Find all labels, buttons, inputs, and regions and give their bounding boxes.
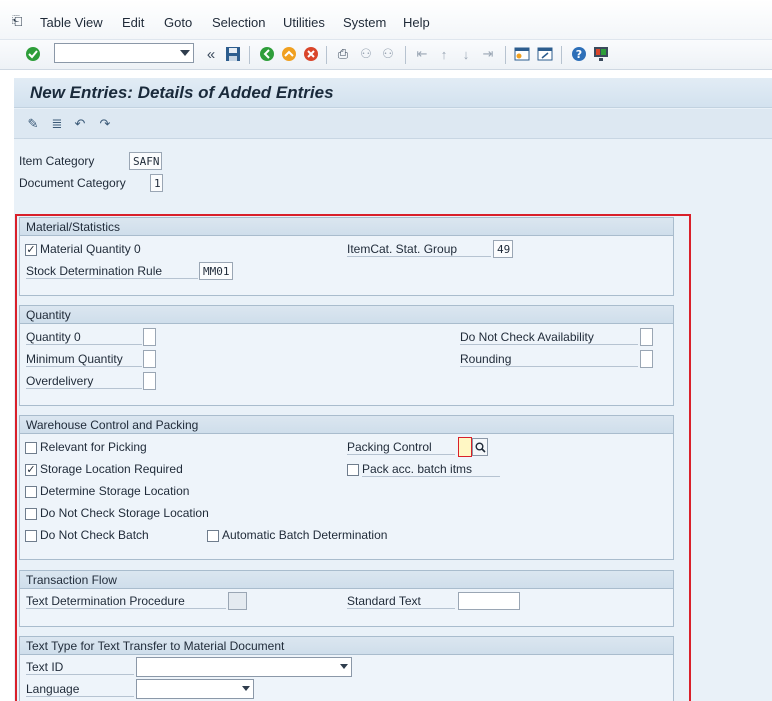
find-next-icon[interactable]: ⚇ — [379, 45, 397, 63]
relevant-for-picking-label: Relevant for Picking — [40, 440, 147, 454]
overdelivery-label: Overdelivery — [26, 374, 142, 389]
document-category-label: Document Category — [19, 176, 126, 190]
language-dropdown[interactable] — [136, 679, 254, 699]
quantity-0-label: Quantity 0 — [26, 330, 142, 345]
determine-storage-location-label: Determine Storage Location — [40, 484, 190, 498]
group-header: Quantity — [20, 306, 673, 324]
back-icon[interactable] — [258, 45, 276, 63]
group-header: Text Type for Text Transfer to Material … — [20, 637, 673, 655]
menu-dropdown-icon[interactable]: ⎗ — [12, 13, 28, 28]
storage-location-required-label: Storage Location Required — [40, 462, 183, 476]
shortcut-icon[interactable] — [536, 45, 554, 63]
automatic-batch-determination-checkbox[interactable] — [207, 530, 219, 542]
determine-storage-location-checkbox[interactable] — [25, 486, 37, 498]
find-icon[interactable]: ⚇ — [357, 45, 375, 63]
menu-help[interactable]: Help — [403, 15, 430, 30]
chevron-down-icon[interactable] — [180, 50, 190, 56]
customize-layout-icon[interactable] — [592, 45, 610, 63]
search-help-button[interactable] — [472, 438, 488, 456]
search-icon — [475, 442, 486, 453]
stock-determination-rule-field[interactable]: MM01 — [199, 262, 233, 280]
toolbar-separator — [561, 46, 562, 64]
material-quantity-0-checkbox[interactable]: ✓ — [25, 244, 37, 256]
standard-text-field[interactable] — [458, 592, 520, 610]
next-entry-icon[interactable]: ↷ — [96, 115, 114, 133]
itemcat-stat-group-label: ItemCat. Stat. Group — [347, 242, 491, 257]
pack-acc-batch-itms-checkbox[interactable] — [347, 464, 359, 476]
standard-text-label: Standard Text — [347, 594, 455, 609]
last-page-icon[interactable]: ⇥ — [479, 45, 497, 63]
toolbar-separator — [249, 46, 250, 64]
exit-icon[interactable] — [280, 45, 298, 63]
delete-row-icon[interactable]: ≣ — [48, 115, 66, 133]
packing-control-field[interactable] — [458, 437, 472, 457]
stock-determination-rule-label: Stock Determination Rule — [26, 264, 198, 279]
rounding-field[interactable] — [640, 350, 653, 368]
menu-edit[interactable]: Edit — [122, 15, 144, 30]
minimum-quantity-label: Minimum Quantity — [26, 352, 142, 367]
do-not-check-availability-label: Do Not Check Availability — [460, 330, 638, 345]
toolbar-separator — [405, 46, 406, 64]
checkmark-icon[interactable] — [24, 45, 42, 63]
first-page-icon[interactable]: ⇤ — [413, 45, 431, 63]
itemcat-stat-group-field[interactable]: 49 — [493, 240, 513, 258]
storage-location-required-checkbox[interactable]: ✓ — [25, 464, 37, 476]
text-id-label: Text ID — [26, 660, 134, 675]
back-chevrons-icon[interactable]: « — [202, 45, 220, 63]
do-not-check-storage-location-label: Do Not Check Storage Location — [40, 506, 209, 520]
group-header: Transaction Flow — [20, 571, 673, 589]
item-category-field[interactable]: SAFN — [129, 152, 162, 170]
page-title: New Entries: Details of Added Entries — [30, 83, 334, 102]
minimum-quantity-field[interactable] — [143, 350, 156, 368]
packing-control-label: Packing Control — [347, 440, 455, 455]
document-category-field[interactable]: 1 — [150, 174, 163, 192]
do-not-check-availability-field[interactable] — [640, 328, 653, 346]
do-not-check-storage-location-checkbox[interactable] — [25, 508, 37, 520]
svg-text:?: ? — [576, 48, 582, 61]
title-bar: New Entries: Details of Added Entries — [14, 78, 772, 108]
next-page-icon[interactable]: ↓ — [457, 45, 475, 63]
do-not-check-batch-label: Do Not Check Batch — [40, 528, 149, 542]
menu-selection[interactable]: Selection — [212, 15, 265, 30]
pack-acc-batch-itms-label: Pack acc. batch itms — [362, 462, 500, 477]
command-field[interactable] — [54, 43, 194, 63]
print-icon[interactable]: ⎙ — [334, 45, 352, 63]
new-session-icon[interactable] — [513, 45, 531, 63]
chevron-down-icon[interactable] — [340, 664, 348, 669]
rounding-label: Rounding — [460, 352, 638, 367]
help-icon[interactable]: ? — [570, 45, 588, 63]
language-label: Language — [26, 682, 134, 697]
application-toolbar: ✎ ≣ ↶ ↷ — [14, 109, 772, 139]
menu-table-view[interactable]: Table View — [40, 15, 103, 30]
display-change-icon[interactable]: ✎ — [24, 115, 42, 133]
prev-page-icon[interactable]: ↑ — [435, 45, 453, 63]
material-quantity-0-label: Material Quantity 0 — [40, 242, 141, 256]
toolbar-separator — [505, 46, 506, 64]
text-determination-procedure-label: Text Determination Procedure — [26, 594, 226, 609]
item-category-label: Item Category — [19, 154, 95, 168]
cancel-icon[interactable] — [302, 45, 320, 63]
group-header: Material/Statistics — [20, 218, 673, 236]
quantity-0-field[interactable] — [143, 328, 156, 346]
text-determination-procedure-field[interactable] — [228, 592, 247, 610]
save-icon[interactable] — [224, 45, 242, 63]
do-not-check-batch-checkbox[interactable] — [25, 530, 37, 542]
menu-bar: ⎗ Table View Edit Goto Selection Utiliti… — [0, 0, 772, 40]
chevron-down-icon[interactable] — [242, 686, 250, 691]
group-header: Warehouse Control and Packing — [20, 416, 673, 434]
overdelivery-field[interactable] — [143, 372, 156, 390]
text-id-dropdown[interactable] — [136, 657, 352, 677]
toolbar-separator — [326, 46, 327, 64]
menu-goto[interactable]: Goto — [164, 15, 192, 30]
menu-utilities[interactable]: Utilities — [283, 15, 325, 30]
relevant-for-picking-checkbox[interactable] — [25, 442, 37, 454]
menu-system[interactable]: System — [343, 15, 386, 30]
automatic-batch-determination-label: Automatic Batch Determination — [222, 528, 388, 542]
previous-entry-icon[interactable]: ↶ — [71, 115, 89, 133]
